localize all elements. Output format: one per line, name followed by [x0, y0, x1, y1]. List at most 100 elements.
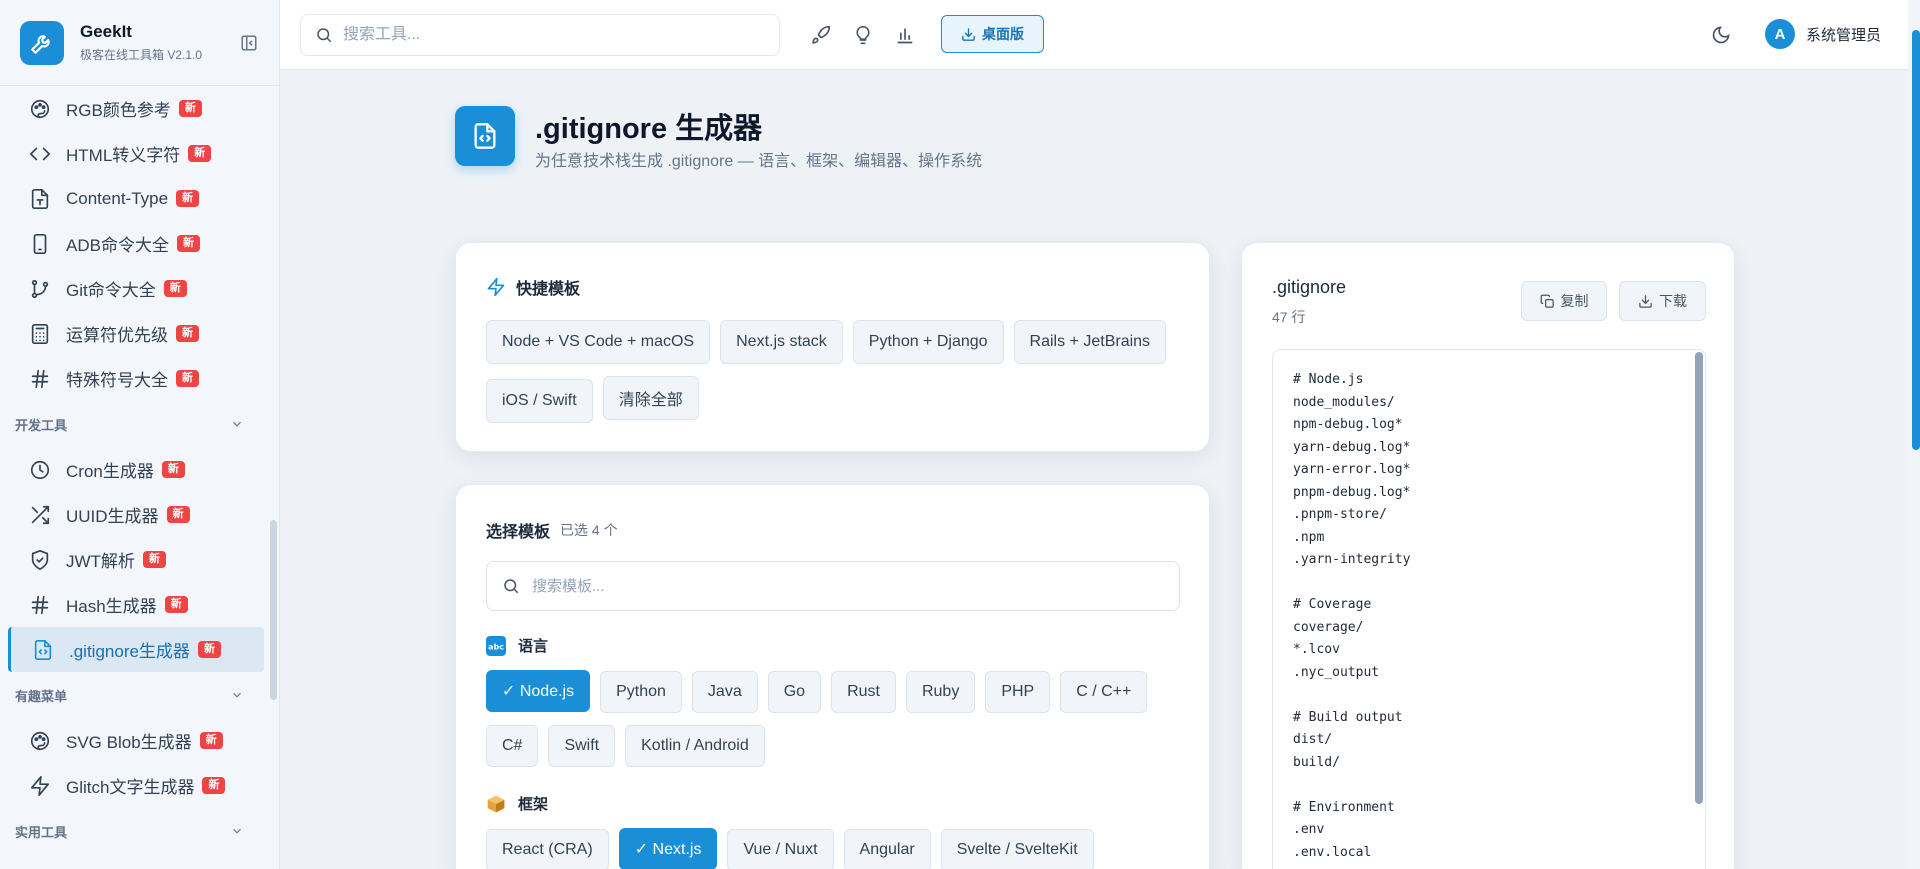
- palette-icon: [28, 97, 52, 121]
- quick-template-list: Node + VS Code + macOS Next.js stack Pytho…: [486, 320, 1206, 435]
- tool-search[interactable]: [300, 14, 780, 56]
- sidebar-item-label: JWT解析: [66, 552, 135, 571]
- brand-name: GeekIt: [80, 22, 132, 41]
- new-badge: 新: [163, 280, 187, 297]
- template-chip[interactable]: 清除全部: [602, 376, 699, 420]
- sidebar-item[interactable]: HTML转义字符新: [0, 131, 272, 176]
- page-subtitle: 为任意技术栈生成 .gitignore — 语言、框架、编辑器、操作系统: [535, 153, 983, 170]
- bar-chart-icon[interactable]: [894, 24, 916, 46]
- sidebar-item[interactable]: Glitch文字生成器新: [0, 763, 272, 808]
- new-badge: 新: [197, 641, 221, 658]
- palette-icon: [28, 729, 52, 753]
- code-brackets-icon: [28, 142, 52, 166]
- template-chip[interactable]: Java: [691, 671, 758, 713]
- sidebar-item-label: Git命令大全: [66, 281, 156, 300]
- new-badge: 新: [178, 100, 202, 117]
- template-chip[interactable]: C / C++: [1060, 671, 1148, 713]
- tool-search-input[interactable]: [343, 26, 743, 44]
- download-icon: [962, 27, 975, 41]
- template-search-input[interactable]: [532, 577, 1132, 595]
- quick-templates-title: 快捷模板: [516, 281, 581, 298]
- template-chip[interactable]: Kotlin / Android: [625, 725, 765, 767]
- sidebar-item[interactable]: 特殊符号大全新: [0, 356, 272, 401]
- search-icon: [317, 28, 332, 43]
- zap-icon: [487, 277, 505, 297]
- moon-icon[interactable]: [1710, 24, 1732, 46]
- user-menu[interactable]: A 系统管理员: [1765, 19, 1881, 49]
- template-chip[interactable]: Next.js stack: [720, 320, 843, 364]
- sidebar-item[interactable]: SVG Blob生成器新: [0, 718, 272, 763]
- sidebar-item-label: Cron生成器: [66, 462, 154, 481]
- selected-count: 已选 4 个: [560, 522, 618, 538]
- language-template-list: ✓ Node.js Python Java Go Rust Ruby PHP C / C++ C…: [486, 670, 1206, 779]
- calculator-icon: [28, 322, 52, 346]
- sidebar-item-label: UUID生成器: [66, 507, 159, 526]
- template-chip[interactable]: Vue / Nuxt: [727, 829, 834, 869]
- group-fun-menu[interactable]: 有趣菜单: [0, 672, 272, 718]
- lightbulb-icon[interactable]: [852, 24, 874, 46]
- sidebar-menu: RGB颜色参考新 HTML转义字符新 Content-Type 新 ADB命令大全新 Gi…: [0, 86, 272, 869]
- template-chip[interactable]: Python: [600, 671, 682, 713]
- copy-button[interactable]: 复制: [1521, 281, 1607, 321]
- new-badge: 新: [176, 190, 200, 207]
- sidebar-item[interactable]: Git命令大全新: [0, 266, 272, 311]
- sidebar-item[interactable]: UUID生成器新: [0, 492, 272, 537]
- sidebar-item[interactable]: Content-Type 新: [0, 176, 272, 221]
- chevron-down-icon: [233, 828, 241, 834]
- copy-icon: [1540, 294, 1554, 308]
- template-chip[interactable]: iOS / Swift: [486, 379, 593, 423]
- sidebar-item[interactable]: Hash生成器新: [0, 582, 272, 627]
- template-chip[interactable]: C#: [486, 725, 539, 767]
- chevron-down-icon: [233, 692, 241, 698]
- template-chip[interactable]: PHP: [985, 671, 1051, 713]
- code-scrollbar[interactable]: [1695, 352, 1703, 804]
- select-templates-card: 选择模板 已选 4 个 abc 语言 ✓ Node.jsPythonJavaGo…: [455, 484, 1210, 869]
- template-chip[interactable]: Angular: [843, 829, 931, 869]
- shield-icon: [28, 548, 52, 572]
- sidebar-item[interactable]: JWT解析新: [0, 537, 272, 582]
- desktop-download-button[interactable]: 桌面版: [941, 15, 1044, 53]
- group-dev-tools[interactable]: 开发工具: [0, 401, 272, 447]
- template-chip[interactable]: React (CRA): [486, 829, 609, 869]
- wrench-icon: [20, 20, 64, 65]
- languages-title: 语言: [518, 638, 549, 655]
- brand: GeekIt 极客在线工具箱 V2.1.0: [0, 0, 279, 86]
- sidebar-item[interactable]: 运算符优先级新: [0, 311, 272, 356]
- template-chip[interactable]: Svelte / SvelteKit: [940, 829, 1094, 869]
- template-chip[interactable]: Rust: [831, 671, 896, 713]
- sidebar-item-label: ADB命令大全: [66, 236, 169, 255]
- sidebar-item[interactable]: .gitignore生成器新: [8, 627, 264, 672]
- topbar: 桌面版 A 系统管理员: [280, 0, 1920, 70]
- new-badge: 新: [176, 235, 200, 252]
- new-badge: 新: [161, 461, 185, 478]
- clock-icon: [28, 458, 52, 482]
- template-chip[interactable]: Ruby: [905, 671, 976, 713]
- gitignore-code: # Node.js node_modules/ npm-debug.log* y…: [1293, 372, 1411, 860]
- brand-subtitle: 极客在线工具箱: [80, 48, 165, 62]
- sidebar-collapse-icon[interactable]: [239, 33, 259, 53]
- template-chip[interactable]: Node + VS Code + macOS: [486, 320, 711, 364]
- sidebar-scrollbar[interactable]: [270, 520, 277, 700]
- sidebar-item-label: 特殊符号大全: [66, 371, 168, 390]
- page-scrollbar[interactable]: [1908, 0, 1920, 869]
- sidebar-item[interactable]: RGB颜色参考新: [0, 86, 272, 131]
- user-name: 系统管理员: [1806, 26, 1882, 44]
- sidebar-item-label: HTML转义字符: [66, 146, 181, 165]
- template-chip[interactable]: Python + Django: [852, 320, 1004, 364]
- sidebar-item[interactable]: ADB命令大全新: [0, 221, 272, 266]
- rocket-icon[interactable]: [810, 24, 832, 46]
- template-search[interactable]: [486, 561, 1180, 611]
- template-chip[interactable]: Rails + JetBrains: [1013, 320, 1167, 364]
- hash-icon: [28, 367, 52, 391]
- template-chip[interactable]: Swift: [548, 725, 616, 767]
- template-chip[interactable]: ✓ Node.js: [486, 670, 591, 712]
- sidebar-item[interactable]: Cron生成器新: [0, 447, 272, 492]
- gitignore-output[interactable]: # Node.js node_modules/ npm-debug.log* y…: [1272, 349, 1706, 869]
- group-utility-tools[interactable]: 实用工具: [0, 808, 272, 854]
- hash-icon: [28, 593, 52, 617]
- template-chip[interactable]: Go: [767, 671, 822, 713]
- sidebar-item-label: SVG Blob生成器: [66, 733, 192, 752]
- template-chip[interactable]: ✓ Next.js: [618, 828, 718, 869]
- download-button[interactable]: 下载: [1619, 281, 1706, 321]
- sidebar-item-label: RGB颜色参考: [66, 101, 171, 120]
